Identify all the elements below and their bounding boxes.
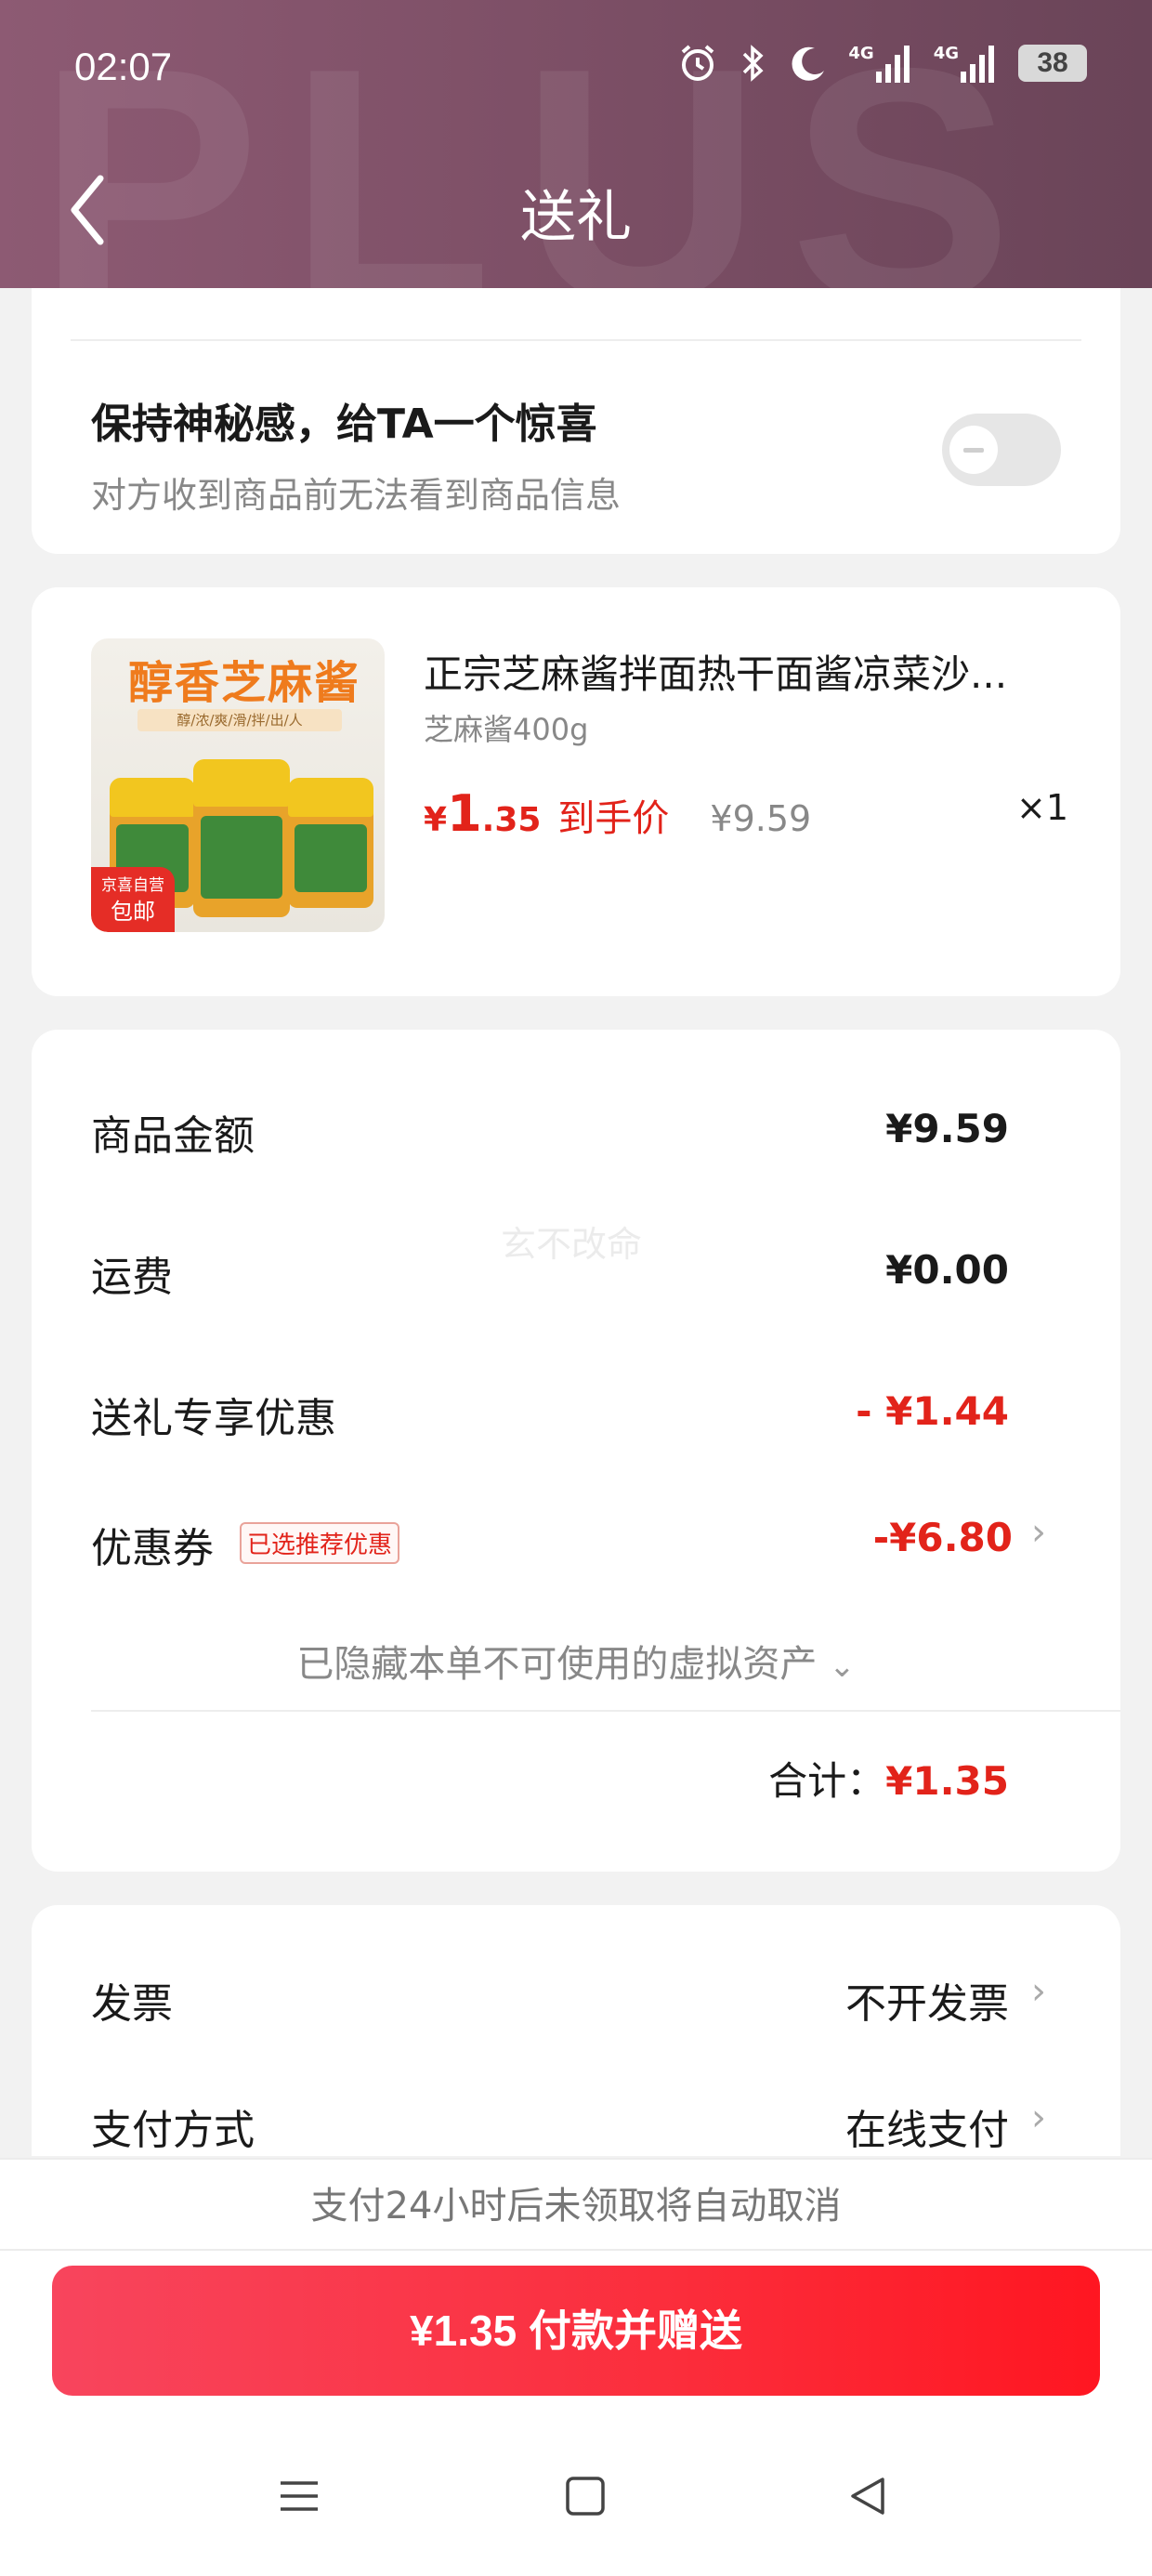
divider: [71, 339, 1081, 341]
toggle-knob: [949, 426, 998, 474]
bluetooth-icon: [743, 45, 764, 82]
product-spec: 芝麻酱400g: [424, 712, 589, 747]
network-label-2: 4G: [933, 44, 959, 63]
signal-icon: 4G: [848, 44, 912, 83]
secret-card: 保持神秘感，给TA一个惊喜 对方收到商品前无法看到商品信息: [32, 251, 1120, 554]
home-icon[interactable]: [563, 2474, 608, 2518]
invoice-label[interactable]: 发票: [91, 1970, 173, 2030]
header: PLUS 02:07 4G 4G 38 送礼: [0, 0, 1152, 288]
product-name[interactable]: 正宗芝麻酱拌面热干面酱凉菜沙...: [424, 643, 1083, 700]
product-image-ribbon: 醇/浓/爽/滑/拌/出/人: [137, 709, 342, 731]
invoice-card: 发票 不开发票 › 支付方式 在线支付 ›: [32, 1905, 1120, 2156]
secret-subtitle: 对方收到商品前无法看到商品信息: [91, 475, 622, 516]
jar-center: [193, 759, 290, 917]
watermark-text: 玄不改命: [501, 1224, 643, 1265]
product-quantity: ×1: [1016, 787, 1069, 828]
coupon-label[interactable]: 优惠券: [91, 1515, 214, 1574]
goods-amount-value: ¥9.59: [885, 1106, 1009, 1151]
chevron-right-icon[interactable]: ›: [1031, 1511, 1046, 1554]
secret-title: 保持神秘感，给TA一个惊喜: [91, 401, 597, 448]
product-card[interactable]: 醇香芝麻酱 醇/浓/爽/滑/拌/出/人 京喜自营 包邮 正宗芝麻酱拌面热干面酱凉…: [32, 587, 1120, 996]
product-image[interactable]: 醇香芝麻酱 醇/浓/爽/滑/拌/出/人 京喜自营 包邮: [91, 638, 385, 932]
summary-divider: [91, 1710, 1120, 1712]
network-label: 4G: [848, 44, 874, 63]
system-nav-bar: [0, 2455, 1152, 2548]
badge-line2: 包邮: [111, 899, 155, 925]
gift-discount-label: 送礼专享优惠: [91, 1395, 336, 1442]
gift-discount-value: - ¥1.44: [856, 1388, 1009, 1434]
coupon-recommend-tag: 已选推荐优惠: [240, 1522, 400, 1564]
status-icons: 4G 4G 38: [677, 43, 1087, 84]
price-integer: 1: [447, 784, 482, 843]
price-label: 到手价: [557, 797, 670, 840]
page-title: 送礼: [520, 185, 632, 250]
pay-and-gift-button[interactable]: ¥1.35 付款并赠送: [52, 2266, 1100, 2396]
shipping-value: ¥0.00: [885, 1247, 1009, 1293]
secret-toggle[interactable]: [942, 414, 1061, 486]
summary-card: 玄不改命 商品金额 ¥9.59 运费 ¥0.00 送礼专享优惠 - ¥1.44 …: [32, 1030, 1120, 1872]
hidden-assets-text: 已隐藏本单不可使用的虚拟资产: [296, 1643, 818, 1686]
total-row: 合计： ¥1.35: [768, 1750, 1009, 1807]
shipping-badge: 京喜自营 包邮: [91, 867, 175, 932]
chevron-right-icon[interactable]: ›: [1031, 1970, 1046, 2013]
price-decimal: .35: [481, 801, 542, 839]
product-price-row: ¥ 1 .35 到手价 ¥9.59: [424, 784, 811, 843]
payment-method-value[interactable]: 在线支付: [845, 2096, 1009, 2156]
battery-icon: 38: [1018, 45, 1087, 82]
back-icon[interactable]: [845, 2474, 890, 2518]
menu-icon[interactable]: [277, 2474, 321, 2518]
chevron-down-icon: ⌄: [829, 1648, 856, 1685]
auto-cancel-notice: 支付24小时后未领取将自动取消: [0, 2158, 1152, 2251]
badge-line1: 京喜自营: [101, 876, 164, 895]
original-price: ¥9.59: [710, 798, 812, 839]
status-bar: 02:07 4G 4G 38: [0, 0, 1152, 130]
alarm-icon: [682, 45, 714, 81]
price-symbol: ¥: [424, 801, 448, 839]
status-time: 02:07: [74, 45, 173, 88]
payment-method-label[interactable]: 支付方式: [91, 2096, 255, 2156]
goods-amount-label: 商品金额: [91, 1112, 255, 1160]
invoice-value[interactable]: 不开发票: [845, 1970, 1009, 2030]
bottom-bar: 支付24小时后未领取将自动取消 ¥1.35 付款并赠送: [0, 2158, 1152, 2576]
product-image-title: 醇香芝麻酱: [128, 657, 361, 709]
coupon-value[interactable]: -¥6.80: [873, 1515, 1013, 1560]
moon-icon: [792, 46, 825, 81]
chevron-right-icon[interactable]: ›: [1031, 2096, 1046, 2139]
jar-right: [288, 778, 373, 908]
total-label: 合计：: [768, 1758, 886, 1804]
total-value: ¥1.35: [885, 1758, 1009, 1804]
hidden-assets-toggle[interactable]: 已隐藏本单不可使用的虚拟资产 ⌄: [32, 1634, 1120, 1688]
signal-icon-2: 4G: [934, 44, 998, 83]
shipping-label: 运费: [91, 1254, 173, 1301]
